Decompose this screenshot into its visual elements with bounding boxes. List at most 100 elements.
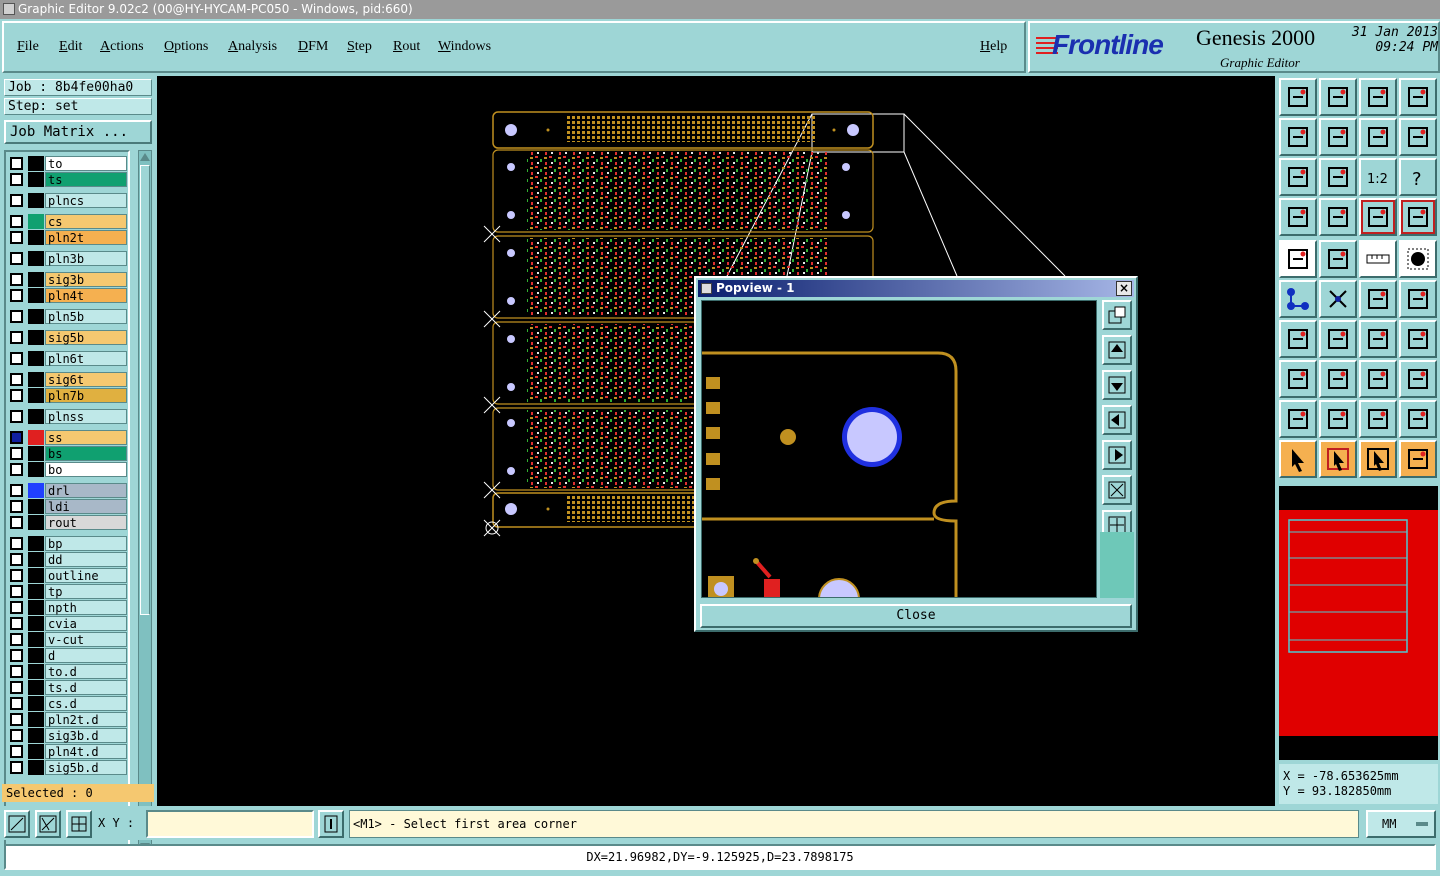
layer-name[interactable]: ts xyxy=(45,172,127,187)
layer-row-to[interactable]: to xyxy=(10,156,128,171)
layer-checkbox[interactable] xyxy=(10,173,23,186)
layer-row-sig6t[interactable]: sig6t xyxy=(10,372,128,387)
layer-checkbox[interactable] xyxy=(10,569,23,582)
pointer-select-tool-button[interactable] xyxy=(1359,440,1397,478)
layer-row-sig3b-d[interactable]: sig3b.d xyxy=(10,728,128,743)
pad-tool-button[interactable] xyxy=(1319,198,1357,236)
job-matrix-button[interactable]: Job Matrix ... xyxy=(4,120,152,144)
layer-checkbox[interactable] xyxy=(10,410,23,423)
layer-row-bp[interactable]: bp xyxy=(10,536,128,551)
grid-mode-button[interactable] xyxy=(66,810,92,838)
net-red-tool-button[interactable] xyxy=(1359,198,1397,236)
layer-color-swatch[interactable] xyxy=(28,696,44,711)
angle-tool-button[interactable] xyxy=(1279,320,1317,358)
layer-row-outline[interactable]: outline xyxy=(10,568,128,583)
menu-options[interactable]: Options xyxy=(164,39,208,55)
popview-pan-down-button[interactable] xyxy=(1102,370,1132,400)
popview-system-icon[interactable] xyxy=(701,283,712,294)
layer-name[interactable]: d xyxy=(45,648,127,663)
layer-row-ldi[interactable]: ldi xyxy=(10,499,128,514)
layer-checkbox[interactable] xyxy=(10,697,23,710)
menu-windows[interactable]: Windows xyxy=(438,39,491,55)
layer-checkbox[interactable] xyxy=(10,331,23,344)
popview-zoom-in-button[interactable] xyxy=(1102,300,1132,330)
menu-edit[interactable]: Edit xyxy=(59,39,82,55)
layer-checkbox[interactable] xyxy=(10,537,23,550)
layer-color-swatch[interactable] xyxy=(28,616,44,631)
layer-name[interactable]: plnss xyxy=(45,409,127,424)
layer-color-swatch[interactable] xyxy=(28,584,44,599)
select-pad-tool-button[interactable] xyxy=(1279,240,1317,278)
layer-row-drl[interactable]: drl xyxy=(10,483,128,498)
connect-tool-button[interactable] xyxy=(1279,280,1317,318)
layer-color-swatch[interactable] xyxy=(28,288,44,303)
layer-name[interactable]: pln2t xyxy=(45,230,127,245)
layer-color-swatch[interactable] xyxy=(28,214,44,229)
layer-name[interactable]: bo xyxy=(45,462,127,477)
layer-name[interactable]: ss xyxy=(45,430,127,445)
arrow-left-tool-button[interactable] xyxy=(1279,118,1317,156)
layer-color-swatch[interactable] xyxy=(28,680,44,695)
popview-title-bar[interactable]: Popview - 1 × xyxy=(698,280,1134,297)
layer-color-swatch[interactable] xyxy=(28,330,44,345)
layer-row-pln4t-d[interactable]: pln4t.d xyxy=(10,744,128,759)
layer-name[interactable]: pln3b xyxy=(45,251,127,266)
layer-checkbox[interactable] xyxy=(10,761,23,774)
menu-file[interactable]: File xyxy=(17,39,39,55)
cross-tool-button[interactable] xyxy=(1319,280,1357,318)
menu-step[interactable]: Step xyxy=(347,39,372,55)
layer-name[interactable]: pln2t.d xyxy=(45,712,127,727)
layer-name[interactable]: ldi xyxy=(45,499,127,514)
layer-checkbox[interactable] xyxy=(10,745,23,758)
layer-row-dd[interactable]: dd xyxy=(10,552,128,567)
layer-name[interactable]: sig3b.d xyxy=(45,728,127,743)
menu-help[interactable]: Help xyxy=(980,39,1007,55)
layer-checkbox[interactable] xyxy=(10,389,23,402)
circles-tool-button[interactable] xyxy=(1399,360,1437,398)
layer-name[interactable]: v-cut xyxy=(45,632,127,647)
layer-name[interactable]: ts.d xyxy=(45,680,127,695)
layer-row-cs-d[interactable]: cs.d xyxy=(10,696,128,711)
units-select[interactable]: MM xyxy=(1366,810,1436,838)
slash-tool-button[interactable] xyxy=(1319,320,1357,358)
arrow-right-tool-button[interactable] xyxy=(1319,118,1357,156)
layer-checkbox[interactable] xyxy=(10,516,23,529)
layer-row-sig5b-d[interactable]: sig5b.d xyxy=(10,760,128,775)
layer-checkbox[interactable] xyxy=(10,601,23,614)
layer-scrollbar[interactable] xyxy=(138,150,152,854)
app-icon[interactable] xyxy=(3,3,15,15)
layer-row-pln6t[interactable]: pln6t xyxy=(10,351,128,366)
mirror-tool-button[interactable] xyxy=(1399,320,1437,358)
layer-name[interactable]: plncs xyxy=(45,193,127,208)
dot-select-tool-button[interactable] xyxy=(1399,240,1437,278)
layer-checkbox[interactable] xyxy=(10,463,23,476)
rotate-tool-button[interactable] xyxy=(1359,320,1397,358)
layer-color-swatch[interactable] xyxy=(28,372,44,387)
layer-checkbox[interactable] xyxy=(10,289,23,302)
layer-color-swatch[interactable] xyxy=(28,309,44,324)
home-down-tool-button[interactable] xyxy=(1319,78,1357,116)
layer-row-plnss[interactable]: plnss xyxy=(10,409,128,424)
layer-checkbox[interactable] xyxy=(10,252,23,265)
scale-1-2-tool-button[interactable]: 1:2 xyxy=(1359,158,1397,196)
route-tool-button[interactable] xyxy=(1359,280,1397,318)
layer-color-swatch[interactable] xyxy=(28,744,44,759)
triangle-c-tool-button[interactable] xyxy=(1359,400,1397,438)
xy-input[interactable] xyxy=(146,810,314,838)
layer-color-swatch[interactable] xyxy=(28,462,44,477)
layer-checkbox[interactable] xyxy=(10,649,23,662)
layer-row-pln2t[interactable]: pln2t xyxy=(10,230,128,245)
layer-checkbox[interactable] xyxy=(10,729,23,742)
layer-checkbox[interactable] xyxy=(10,194,23,207)
layer-checkbox[interactable] xyxy=(10,553,23,566)
layer-color-swatch[interactable] xyxy=(28,499,44,514)
dimension-tool-button[interactable] xyxy=(1359,360,1397,398)
help-tool-button[interactable]: ? xyxy=(1399,158,1437,196)
layer-row-sig3b[interactable]: sig3b xyxy=(10,272,128,287)
layer-name[interactable]: sig6t xyxy=(45,372,127,387)
layer-checkbox[interactable] xyxy=(10,231,23,244)
layer-checkbox[interactable] xyxy=(10,681,23,694)
popview-close-button[interactable]: Close xyxy=(700,604,1132,628)
scrollbar-thumb[interactable] xyxy=(140,165,150,615)
layer-color-swatch[interactable] xyxy=(28,409,44,424)
